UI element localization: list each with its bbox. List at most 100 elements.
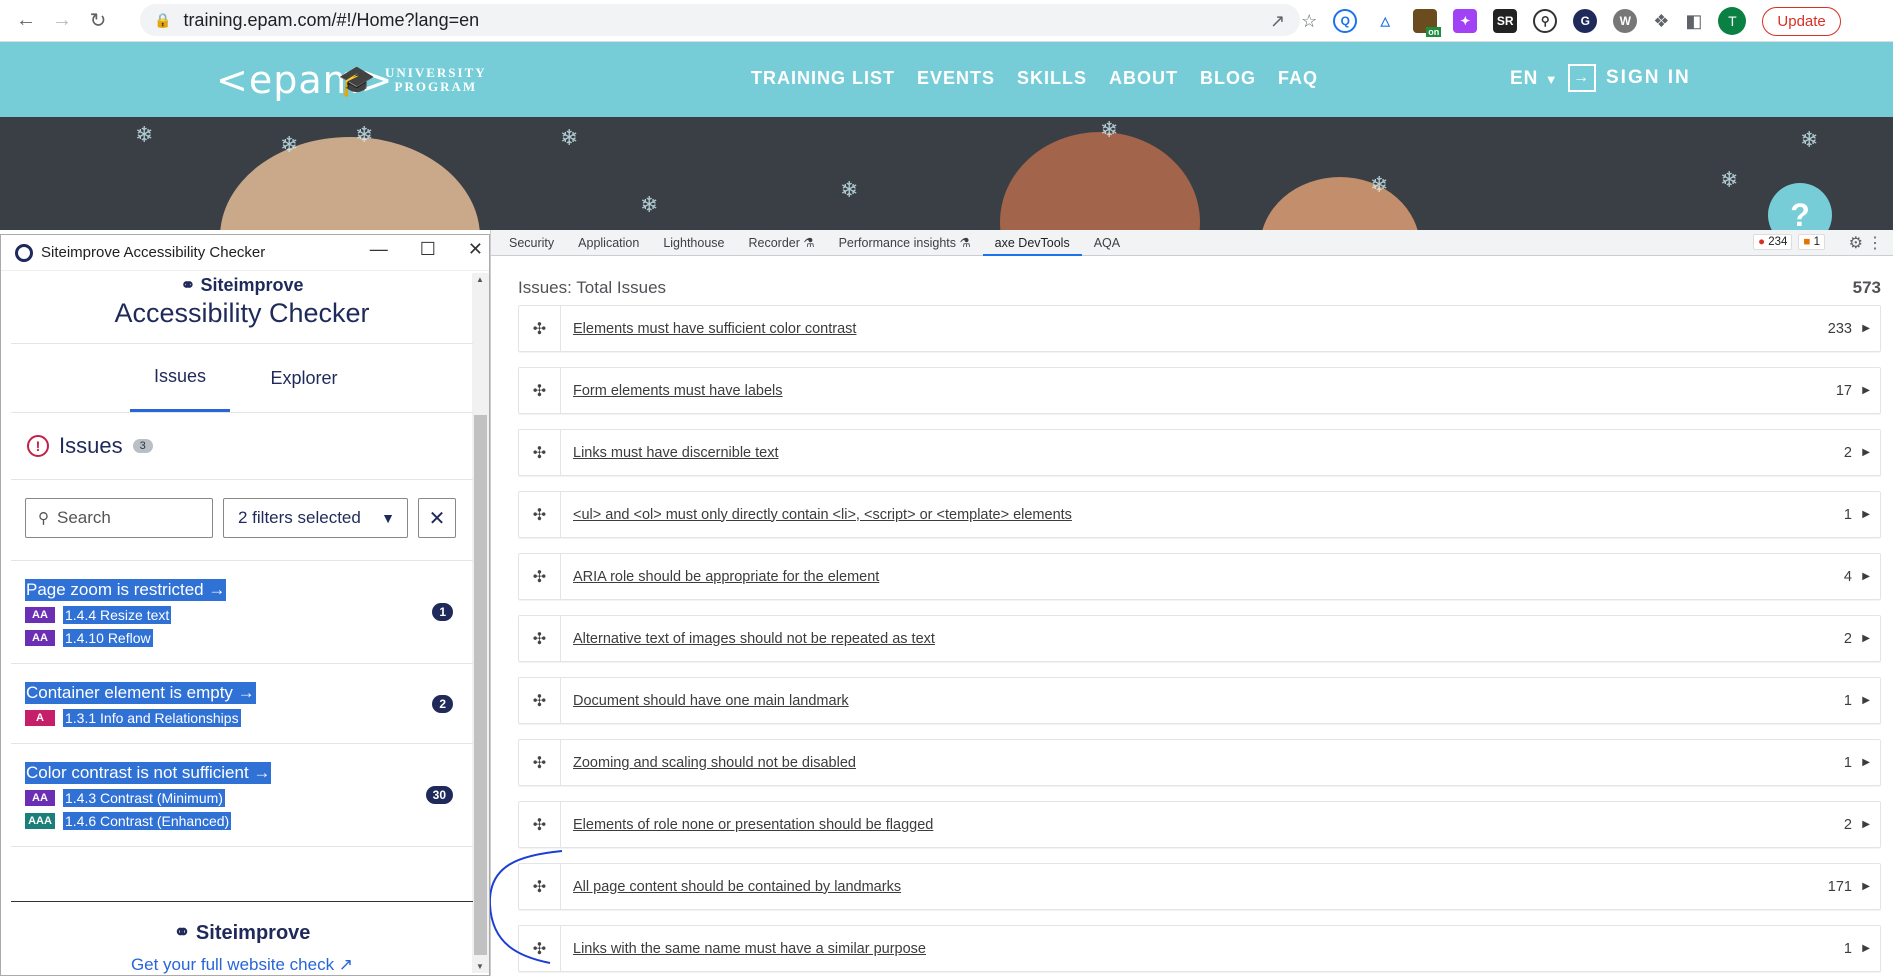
address-bar[interactable]: 🔒 training.epam.com/#!/Home?lang=en: [140, 4, 1300, 36]
highlight-target-icon[interactable]: ✣: [519, 740, 561, 785]
nav-skills[interactable]: SKILLS: [1017, 68, 1087, 89]
issue-title[interactable]: Zooming and scaling should not be disabl…: [573, 755, 856, 771]
star-icon[interactable]: ☆: [1301, 11, 1317, 32]
forward-icon[interactable]: →: [44, 3, 80, 39]
highlight-target-icon[interactable]: ✣: [519, 492, 561, 537]
issue-row[interactable]: ✣ All page content should be contained by…: [518, 863, 1881, 910]
extension-magnifier-icon[interactable]: ⚲: [1533, 9, 1558, 33]
tab-application[interactable]: Application: [566, 230, 651, 256]
issue-title[interactable]: <ul> and <ol> must only directly contain…: [573, 507, 1072, 523]
scroll-down-icon[interactable]: ▼: [476, 962, 484, 971]
tab-issues[interactable]: Issues: [130, 344, 230, 412]
scroll-up-icon[interactable]: ▲: [476, 275, 484, 284]
caret-right-icon[interactable]: ▶: [1862, 385, 1870, 396]
issue-item[interactable]: Container element is empty → A 1.3.1 Info…: [11, 664, 473, 744]
extension-owl-icon[interactable]: on: [1413, 9, 1442, 37]
search-input[interactable]: ⚲ Search: [25, 498, 213, 538]
caret-right-icon[interactable]: ▶: [1862, 695, 1870, 706]
issue-row[interactable]: ✣ <ul> and <ol> must only directly contai…: [518, 491, 1881, 538]
extension-siteimprove-icon[interactable]: G: [1573, 9, 1598, 33]
issue-title[interactable]: Alternative text of images should not be…: [573, 631, 935, 647]
issue-row[interactable]: ✣ Elements of role none or presentation s…: [518, 801, 1881, 848]
issue-title-link[interactable]: Color contrast is not sufficient →: [25, 762, 272, 784]
caret-right-icon[interactable]: ▶: [1862, 943, 1870, 954]
issue-row[interactable]: ✣ Links must have discernible text 2 ▶: [518, 429, 1881, 476]
tab-security[interactable]: Security: [491, 230, 566, 256]
caret-right-icon[interactable]: ▶: [1862, 881, 1870, 892]
caret-right-icon[interactable]: ▶: [1862, 571, 1870, 582]
update-button[interactable]: Update: [1762, 6, 1841, 36]
scrollbar-thumb[interactable]: [474, 415, 487, 955]
issue-row[interactable]: ✣ Zooming and scaling should not be disab…: [518, 739, 1881, 786]
nav-blog[interactable]: BLOG: [1200, 68, 1256, 89]
error-counter[interactable]: ● 234: [1753, 234, 1793, 250]
back-icon[interactable]: ←: [8, 3, 44, 39]
maximize-icon[interactable]: ☐: [420, 239, 436, 260]
caret-right-icon[interactable]: ▶: [1862, 757, 1870, 768]
extension-search-icon[interactable]: Q: [1333, 9, 1358, 33]
issue-title[interactable]: Elements must have sufficient color cont…: [573, 321, 856, 337]
extension-triangle-icon[interactable]: △: [1373, 9, 1398, 33]
highlight-target-icon[interactable]: ✣: [519, 802, 561, 847]
issue-title[interactable]: Form elements must have labels: [573, 383, 783, 399]
reload-icon[interactable]: ↻: [80, 3, 116, 39]
issue-row[interactable]: ✣ Links with the same name must have a si…: [518, 925, 1881, 972]
nav-about[interactable]: ABOUT: [1109, 68, 1178, 89]
tab-recorder[interactable]: Recorder ⚗: [736, 230, 826, 256]
nav-training-list[interactable]: TRAINING LIST: [751, 68, 895, 89]
gear-icon[interactable]: ⚙: [1849, 233, 1863, 253]
tab-axe-devtools[interactable]: axe DevTools: [982, 230, 1082, 256]
highlight-target-icon[interactable]: ✣: [519, 678, 561, 723]
issue-title-link[interactable]: Page zoom is restricted →: [25, 579, 227, 601]
highlight-target-icon[interactable]: ✣: [519, 430, 561, 475]
caret-right-icon[interactable]: ▶: [1862, 447, 1870, 458]
issue-title[interactable]: Elements of role none or presentation sh…: [573, 817, 933, 833]
issue-title[interactable]: ARIA role should be appropriate for the …: [573, 569, 879, 585]
warning-counter[interactable]: ■ 1: [1798, 234, 1825, 250]
extension-w-icon[interactable]: W: [1613, 9, 1638, 33]
highlight-target-icon[interactable]: ✣: [519, 306, 561, 351]
issue-title[interactable]: Document should have one main landmark: [573, 693, 849, 709]
issue-item[interactable]: Color contrast is not sufficient → AA 1.4…: [11, 744, 473, 847]
issue-row[interactable]: ✣ ARIA role should be appropriate for the…: [518, 553, 1881, 600]
devtools-counters[interactable]: ● 234 ■ 1: [1753, 234, 1825, 250]
full-website-check-link[interactable]: Get your full website check ↗: [11, 955, 473, 975]
extension-sr-icon[interactable]: SR: [1493, 9, 1518, 33]
tab-performance-insights[interactable]: Performance insights ⚗: [827, 230, 983, 256]
window-titlebar[interactable]: Siteimprove Accessibility Checker — ☐ ✕: [1, 235, 489, 271]
highlight-target-icon[interactable]: ✣: [519, 616, 561, 661]
extensions-puzzle-icon[interactable]: ❖: [1653, 11, 1669, 32]
nav-events[interactable]: EVENTS: [917, 68, 995, 89]
highlight-target-icon[interactable]: ✣: [519, 554, 561, 599]
close-icon[interactable]: ✕: [468, 239, 483, 260]
clear-filters-button[interactable]: ✕: [418, 498, 456, 538]
tab-explorer[interactable]: Explorer: [254, 344, 354, 412]
side-panel-icon[interactable]: ◧: [1685, 11, 1702, 32]
issue-item[interactable]: Page zoom is restricted → AA 1.4.4 Resize…: [11, 561, 473, 664]
issue-title[interactable]: All page content should be contained by …: [573, 879, 901, 895]
minimize-icon[interactable]: —: [370, 239, 388, 260]
issue-row[interactable]: ✣ Form elements must have labels 17 ▶: [518, 367, 1881, 414]
issue-row[interactable]: ✣ Alternative text of images should not b…: [518, 615, 1881, 662]
sign-in-button[interactable]: → SIGN IN: [1568, 64, 1691, 92]
caret-right-icon[interactable]: ▶: [1862, 819, 1870, 830]
issue-title[interactable]: Links must have discernible text: [573, 445, 779, 461]
caret-right-icon[interactable]: ▶: [1862, 509, 1870, 520]
extension-puzzle-color-icon[interactable]: ✦: [1453, 9, 1478, 33]
issue-title-link[interactable]: Container element is empty →: [25, 682, 256, 704]
nav-faq[interactable]: FAQ: [1278, 68, 1318, 89]
tab-aqa[interactable]: AQA: [1082, 230, 1132, 256]
profile-avatar[interactable]: T: [1718, 7, 1747, 35]
language-selector[interactable]: EN ▼: [1510, 68, 1559, 90]
more-options-icon[interactable]: ⋮: [1867, 233, 1883, 253]
issue-title[interactable]: Links with the same name must have a sim…: [573, 941, 926, 957]
issue-row[interactable]: ✣ Elements must have sufficient color con…: [518, 305, 1881, 352]
caret-right-icon[interactable]: ▶: [1862, 633, 1870, 644]
scrollbar[interactable]: ▲ ▼: [472, 273, 489, 973]
issue-row[interactable]: ✣ Document should have one main landmark 1…: [518, 677, 1881, 724]
highlight-target-icon[interactable]: ✣: [519, 368, 561, 413]
caret-right-icon[interactable]: ▶: [1862, 323, 1870, 334]
tab-lighthouse[interactable]: Lighthouse: [651, 230, 736, 256]
share-icon[interactable]: ↗: [1270, 11, 1285, 32]
filter-dropdown[interactable]: 2 filters selected ▼: [223, 498, 408, 538]
